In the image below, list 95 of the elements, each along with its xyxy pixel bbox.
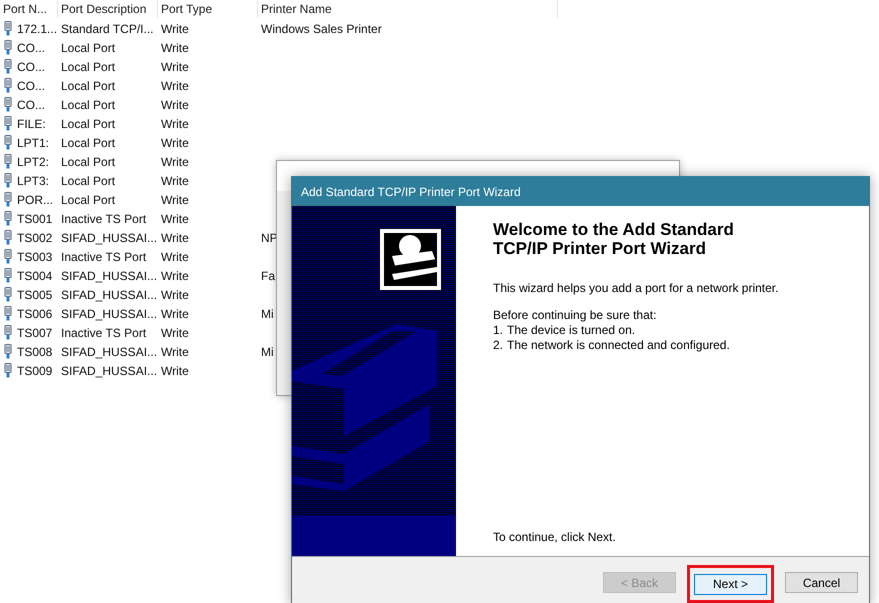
port-description: SIFAD_HUSSAI... (61, 288, 158, 302)
port-name: TS002 (17, 230, 52, 246)
port-description: SIFAD_HUSSAI... (61, 230, 158, 244)
port-plug-icon (4, 116, 12, 131)
port-plug-icon (4, 249, 12, 264)
printer-name: Fa (261, 268, 276, 282)
checklist-item: The device is turned on. (507, 323, 636, 338)
wizard-heading: Welcome to the Add Standard TCP/IP Printer Port Wizard (493, 220, 735, 258)
port-description: Local Port (61, 60, 116, 74)
port-type: Write (161, 288, 189, 302)
port-plug-icon (4, 40, 12, 55)
port-type: Write (161, 22, 189, 36)
port-type: Write (161, 230, 189, 244)
list-number: 2. (493, 338, 504, 353)
port-plug-icon (4, 325, 12, 340)
port-name: TS003 (17, 248, 52, 266)
port-name: FILE: (17, 116, 46, 132)
port-plug-icon (4, 154, 12, 169)
window-title: Add Standard TCP/IP Printer Port Wizard (301, 184, 521, 200)
port-description: Local Port (61, 136, 116, 150)
cancel-button[interactable]: Cancel (785, 572, 858, 593)
port-plug-icon (4, 306, 12, 321)
port-name: TS005 (17, 286, 52, 304)
port-name: LPT1: (17, 134, 50, 152)
port-plug-icon (4, 135, 12, 150)
port-plug-icon (4, 97, 12, 112)
port-description: SIFAD_HUSSAI... (61, 306, 158, 320)
port-name: TS009 (17, 362, 52, 380)
column-header[interactable]: Printer Name (258, 0, 558, 18)
port-description: Local Port (61, 174, 116, 188)
port-description: Local Port (61, 154, 116, 168)
port-description: Inactive TS Port (61, 212, 146, 226)
port-type: Write (161, 174, 189, 188)
port-type: Write (161, 212, 189, 226)
port-name: TS001 (17, 210, 52, 228)
port-plug-icon (4, 78, 12, 93)
port-plug-icon (4, 211, 12, 226)
column-header[interactable]: Port Type (158, 0, 258, 18)
checklist-item: The network is connected and configured. (507, 338, 730, 353)
printer-name: Windows Sales Printer (261, 22, 382, 36)
list-number: 1. (493, 323, 504, 338)
wizard-intro: This wizard helps you add a port for a network printer. (493, 280, 780, 297)
port-plug-icon (4, 230, 12, 245)
port-type: Write (161, 364, 189, 378)
column-header[interactable]: Port Description (58, 0, 158, 18)
port-type: Write (161, 250, 189, 264)
port-name: CO... (17, 58, 46, 76)
printer-name: Mi (261, 306, 274, 320)
port-description: Local Port (61, 116, 116, 130)
port-type: Write (161, 116, 189, 130)
port-type: Write (161, 154, 189, 168)
port-plug-icon (4, 21, 12, 36)
port-plug-icon (4, 192, 12, 207)
port-description: SIFAD_HUSSAI... (61, 344, 158, 358)
next-button[interactable]: Next > (694, 574, 767, 594)
port-description: Local Port (61, 98, 116, 112)
port-type: Write (161, 306, 189, 320)
port-name: TS008 (17, 344, 52, 360)
column-header[interactable]: Port N... (0, 0, 58, 18)
port-plug-icon (4, 59, 12, 74)
port-type: Write (161, 98, 189, 112)
port-type: Write (161, 78, 189, 92)
port-description: Inactive TS Port (61, 250, 146, 264)
port-plug-icon (4, 268, 12, 283)
port-name: CO... (17, 78, 46, 94)
port-name: TS004 (17, 268, 52, 284)
port-plug-icon (4, 363, 12, 378)
port-name: TS006 (17, 306, 52, 322)
port-plug-icon (4, 344, 12, 359)
port-description: Inactive TS Port (61, 326, 146, 340)
port-name: TS007 (17, 324, 52, 342)
port-description: Standard TCP/I... (61, 22, 154, 36)
port-type: Write (161, 136, 189, 150)
port-name: LPT3: (17, 172, 50, 190)
checklist-title: Before continuing be sure that: (493, 308, 658, 323)
port-description: Local Port (61, 78, 116, 92)
port-type: Write (161, 326, 189, 340)
port-plug-icon (4, 173, 12, 188)
port-type: Write (161, 192, 189, 206)
port-type: Write (161, 60, 189, 74)
port-name: CO... (17, 40, 46, 56)
port-description: Local Port (61, 40, 116, 54)
port-description: SIFAD_HUSSAI... (61, 268, 158, 282)
port-description: SIFAD_HUSSAI... (61, 364, 158, 378)
port-name: LPT2: (17, 154, 50, 170)
port-name: 172.1... (17, 20, 58, 38)
footer-note: To continue, click Next. (493, 529, 617, 546)
port-description: Local Port (61, 192, 116, 206)
port-name: CO... (17, 96, 46, 114)
port-type: Write (161, 268, 189, 282)
port-name: POR... (17, 192, 54, 208)
port-type: Write (161, 40, 189, 54)
port-type: Write (161, 344, 189, 358)
printer-name: Mi (261, 344, 274, 358)
port-plug-icon (4, 287, 12, 302)
